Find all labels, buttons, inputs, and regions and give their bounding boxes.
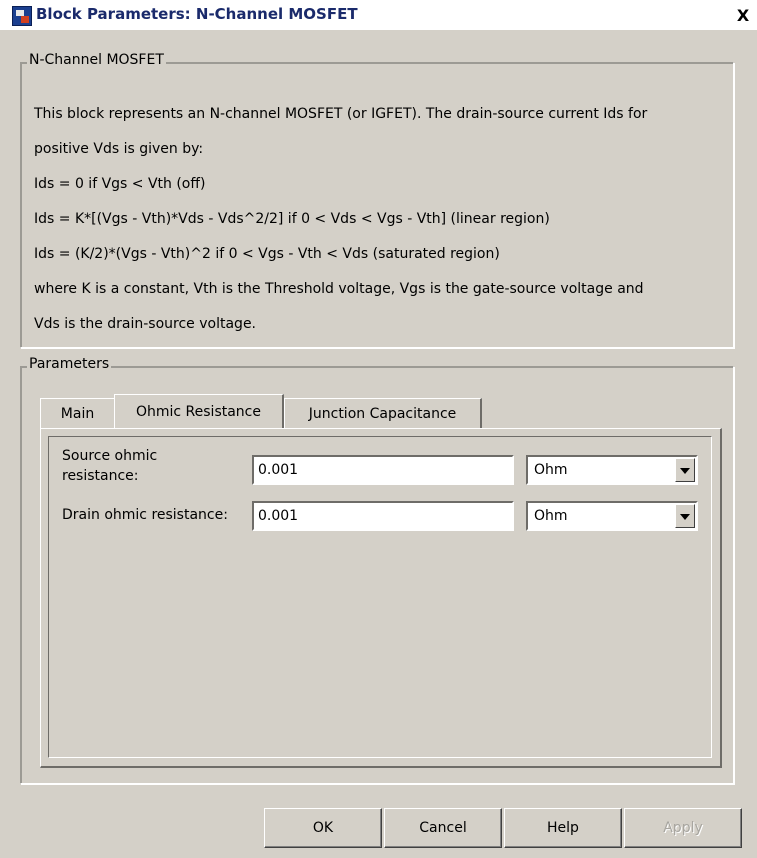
title-bar: Block Parameters: N-Channel MOSFET X [0, 0, 757, 30]
cancel-button[interactable]: Cancel [384, 808, 502, 848]
tab-main[interactable]: Main [40, 398, 116, 428]
source-unit-value: Ohm [534, 462, 568, 478]
description-group-legend: N-Channel MOSFET [27, 52, 166, 68]
tab-junction-capacitance[interactable]: Junction Capacitance [284, 398, 482, 428]
dropdown-arrow-icon[interactable] [675, 504, 695, 528]
drain-unit-value: Ohm [534, 508, 568, 524]
simulink-block-icon [12, 6, 32, 26]
description-line: Ids = 0 if Vgs < Vth (off) [34, 176, 206, 192]
description-line: positive Vds is given by: [34, 141, 204, 157]
drain-ohmic-resistance-unit-select[interactable]: Ohm [526, 501, 698, 531]
source-ohmic-resistance-input[interactable]: 0.001 [252, 455, 514, 485]
tab-junction-capacitance-label: Junction Capacitance [308, 406, 457, 422]
description-line: where K is a constant, Vth is the Thresh… [34, 281, 644, 297]
description-line: Ids = (K/2)*(Vgs - Vth)^2 if 0 < Vgs - V… [34, 246, 500, 262]
close-icon[interactable]: X [734, 8, 752, 26]
source-ohmic-resistance-unit-select[interactable]: Ohm [526, 455, 698, 485]
help-button[interactable]: Help [504, 808, 622, 848]
drain-ohmic-resistance-input[interactable]: 0.001 [252, 501, 514, 531]
description-line: Ids = K*[(Vgs - Vth)*Vds - Vds^2/2] if 0… [34, 211, 550, 227]
source-ohmic-resistance-label: Source ohmic [62, 448, 158, 464]
description-line: This block represents an N-channel MOSFE… [34, 106, 648, 122]
tab-ohmic-resistance[interactable]: Ohmic Resistance [114, 394, 284, 428]
description-line: Vds is the drain-source voltage. [34, 316, 257, 332]
tab-main-label: Main [60, 406, 95, 422]
drain-ohmic-resistance-label: Drain ohmic resistance: [62, 507, 228, 523]
window-title: Block Parameters: N-Channel MOSFET [36, 5, 358, 23]
description-text: This block represents an N-channel MOSFE… [34, 90, 724, 349]
apply-button: Apply [624, 808, 742, 848]
tab-ohmic-resistance-label: Ohmic Resistance [135, 404, 261, 420]
dropdown-arrow-icon[interactable] [675, 458, 695, 482]
source-ohmic-resistance-label-line2: resistance: [62, 468, 139, 484]
parameters-group-legend: Parameters [27, 356, 112, 372]
ok-button[interactable]: OK [264, 808, 382, 848]
